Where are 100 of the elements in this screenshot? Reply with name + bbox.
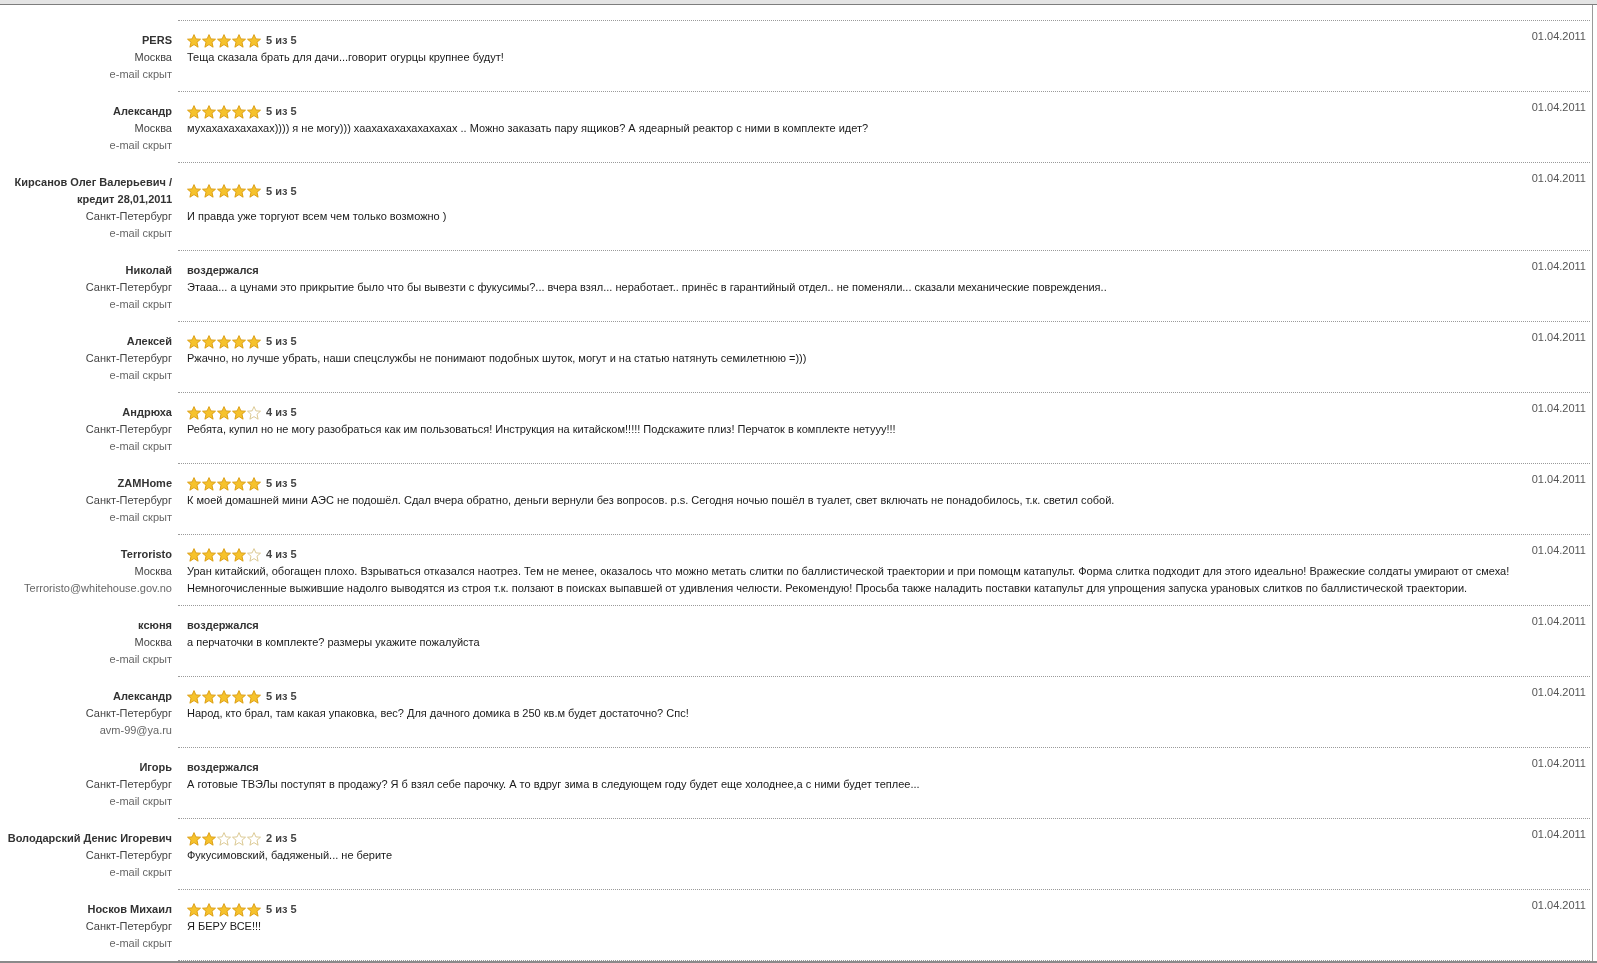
star-icon (232, 184, 246, 198)
rating-score: 5 из 5 (266, 104, 297, 119)
review-date: 01.04.2011 (1531, 260, 1586, 272)
reviewer-name: Николай (125, 264, 172, 276)
rating-score: 4 из 5 (266, 547, 297, 562)
star-icon (217, 547, 231, 562)
review-text: Уран китайский, обогащен плохо. Взрываться отказался наотрез. Тем не менее, оказалось что можно метать слитки по баллистической траектории и при помощм катапульт. Форма слитка подходит для этого идеально! Вражеские солдаты умирают от смеха! Немногочисленные выжившие надолго выводятся из строя т.к. ползают в поисках выпавшей от удивления челюсти. Рекомендую! Просьба также наладить поставки катапульт для упрощения запуска урановых слитков по баллистической траектории. (187, 564, 1511, 596)
reviewer-email: e-mail скрыт (109, 653, 172, 665)
star-icon (187, 184, 201, 198)
review-text: Фукусимовский, бадяженый... не берите (187, 848, 394, 863)
review-text: И правда уже торгуют всем чем только возможно ) (187, 209, 448, 224)
star-icon (217, 902, 231, 917)
review-text: Ребята, купил но не могу разобраться как им пользоваться! Инструкция на китайском!!!!! Подскажите плиз! Перчаток в комплекте нетууу!!! (187, 422, 897, 437)
reviewer-name: Алексей (126, 335, 172, 347)
rating-score: 5 из 5 (266, 334, 297, 349)
review-text: К моей домашней мини АЭС не подошёл. Сдал вчера обратно, деньги вернули без вопросов. p.s. Сегодня ночью пошёл в туалет, свет включать не понадобилось, т.к. светил собой. (187, 493, 1116, 508)
reviewer-city: Санкт-Петербург (85, 281, 172, 293)
reviewer-email: e-mail скрыт (109, 511, 172, 523)
reviewer-city: Санкт-Петербург (85, 778, 172, 790)
abstain-text: воздержался (187, 619, 259, 631)
star-icon (247, 33, 261, 48)
star-icon (202, 334, 216, 349)
star-icon (247, 184, 261, 198)
star-outline-icon (247, 405, 261, 420)
review-text: А готовые ТВЭЛы поступят в продажу? Я б взял себе парочку. А то вдруг зима в следующем году будет еще холоднее,а с ними будет теплее... (187, 777, 921, 792)
star-icon (202, 184, 216, 198)
star-icon (247, 689, 261, 704)
star-icon (187, 33, 201, 48)
star-icon (217, 184, 231, 198)
rating-score: 5 из 5 (266, 183, 297, 199)
review-date: 01.04.2011 (1531, 473, 1586, 485)
reviewer-city: Санкт-Петербург (85, 494, 172, 506)
reviewer-email: Terroristo@whitehouse.gov.no (24, 582, 172, 594)
star-icon (217, 334, 231, 349)
reviewer-city: Москва (134, 122, 172, 134)
review-text: Я БЕРУ ВСЕ!!! (187, 919, 263, 934)
reviewer-city: Санкт-Петербург (85, 920, 172, 932)
star-icon (217, 104, 231, 119)
star-icon (247, 902, 261, 917)
reviewer-name: Александр (113, 105, 172, 117)
star-icon (232, 405, 246, 420)
abstain-text: воздержался (187, 761, 259, 773)
star-icon (232, 689, 246, 704)
star-icon (187, 689, 201, 704)
reviewer-name: ксюня (138, 619, 172, 631)
reviewer-email: e-mail скрыт (109, 866, 172, 878)
review-text: Ржачно, но лучше убрать, наши спецслужбы не понимают подобных шуток, могут и на статью натянуть семилетнюю =))) (187, 351, 808, 366)
reviewer-city: Москва (134, 51, 172, 63)
star-icon (232, 547, 246, 562)
star-icon (187, 405, 201, 420)
reviewer-email: e-mail скрыт (109, 440, 172, 452)
rating-score: 5 из 5 (266, 689, 297, 704)
reviewer-name: Игорь (139, 761, 172, 773)
rating-score: 2 из 5 (266, 831, 297, 846)
star-icon (202, 547, 216, 562)
star-icon (202, 104, 216, 119)
star-icon (232, 902, 246, 917)
reviewer-email: e-mail скрыт (109, 227, 172, 239)
review-date: 01.04.2011 (1531, 828, 1586, 840)
reviewer-name: Кирсанов Олег Валерьевич / кредит 28,01,2011 (14, 176, 172, 205)
review-date: 01.04.2011 (1531, 757, 1586, 769)
reviewer-email: e-mail скрыт (109, 139, 172, 151)
reviewer-city: Санкт-Петербург (85, 707, 172, 719)
star-icon (187, 831, 201, 846)
reviewer-city: Санкт-Петербург (85, 849, 172, 861)
star-icon (217, 689, 231, 704)
star-icon (187, 104, 201, 119)
reviewer-city: Санкт-Петербург (85, 423, 172, 435)
star-icon (232, 104, 246, 119)
review-text: Теща сказала брать для дачи...говорит огурцы крупнее будут! (187, 50, 505, 65)
reviewer-name: ZAMHome (117, 477, 172, 489)
reviewer-email: e-mail скрыт (109, 937, 172, 949)
star-icon (187, 902, 201, 917)
review-date: 01.04.2011 (1531, 101, 1586, 113)
review-text: мухахахахахахах)))) я не могу))) хаахахахахахахахах .. Можно заказать пару ящиков? А ядеарный реактор с ними в комплекте идет? (187, 121, 870, 136)
star-icon (217, 33, 231, 48)
rating-score: 5 из 5 (266, 476, 297, 491)
reviewer-name: Александр (113, 690, 172, 702)
reviewer-name: Terroristo (120, 548, 172, 560)
review-text: Народ, кто брал, там какая упаковка, вес? Для дачного домика в 250 кв.м будет достаточно? Спс! (187, 706, 690, 721)
reviewer-name: Андрюха (122, 406, 172, 418)
review-date: 01.04.2011 (1531, 331, 1586, 343)
star-icon (202, 902, 216, 917)
review-text: а перчаточки в комплекте? размеры укажите пожалуйста (187, 635, 481, 650)
reviewer-city: Санкт-Петербург (85, 210, 172, 222)
review-date: 01.04.2011 (1531, 686, 1586, 698)
reviewer-city: Москва (134, 636, 172, 648)
star-icon (187, 547, 201, 562)
star-icon (202, 831, 216, 846)
star-icon (187, 476, 201, 491)
rating-score: 4 из 5 (266, 405, 297, 420)
review-date: 01.04.2011 (1531, 172, 1586, 184)
review-date: 01.04.2011 (1531, 544, 1586, 556)
reviewer-name: Носков Михаил (87, 903, 172, 915)
rating-score: 5 из 5 (266, 33, 297, 48)
star-outline-icon (247, 547, 261, 562)
star-icon (247, 476, 261, 491)
reviewer-city: Санкт-Петербург (85, 352, 172, 364)
reviewer-city: Москва (134, 565, 172, 577)
reviewer-email: avm-99@ya.ru (99, 724, 172, 736)
